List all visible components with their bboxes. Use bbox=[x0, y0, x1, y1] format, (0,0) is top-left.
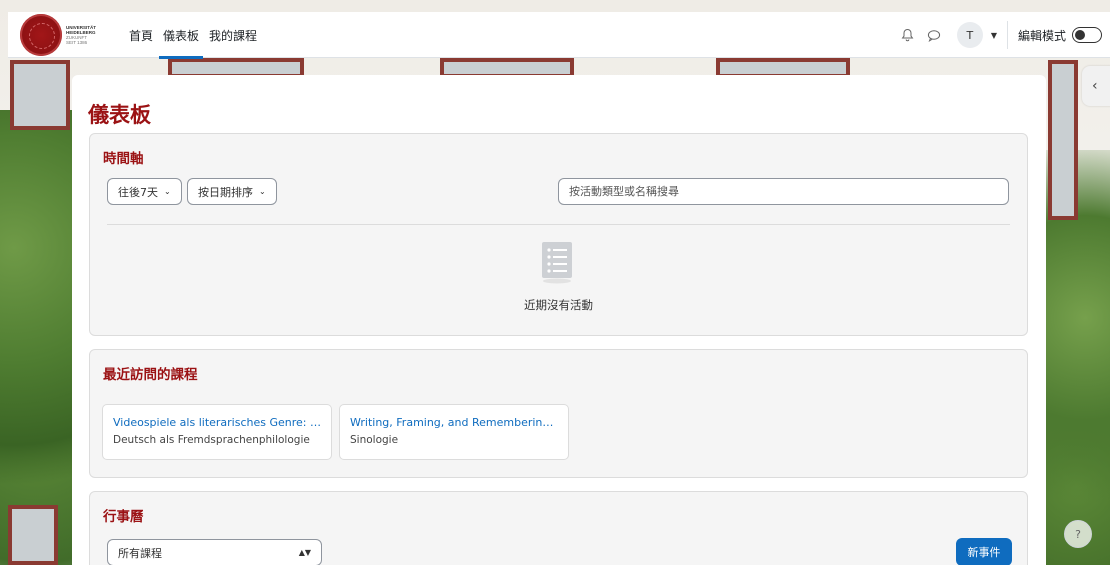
building-window bbox=[1048, 60, 1078, 220]
university-seal-logo[interactable] bbox=[20, 14, 62, 56]
open-drawer-button[interactable]: ‹ bbox=[1082, 66, 1110, 106]
nav-divider bbox=[1006, 21, 1008, 49]
course-category: Sinologie bbox=[350, 434, 399, 446]
help-button[interactable]: ? bbox=[1064, 520, 1092, 548]
new-event-button[interactable]: 新事件 bbox=[956, 538, 1012, 565]
edit-mode-toggle[interactable] bbox=[1072, 27, 1102, 43]
course-category: Deutsch als Fremdsprachenphilologie bbox=[113, 434, 310, 446]
chat-bubble-icon[interactable] bbox=[923, 24, 945, 46]
empty-list-icon bbox=[542, 242, 572, 284]
chevron-down-icon: ⌄ bbox=[164, 187, 171, 196]
university-wordmark[interactable]: UNIVERSITÄT HEIDELBERG ZUKUNFT SEIT 1386 bbox=[66, 25, 96, 45]
select-arrows-icon: ▲︎▼︎ bbox=[298, 548, 311, 557]
timeline-sort-dropdown[interactable]: 按日期排序 ⌄ bbox=[187, 178, 277, 205]
chevron-left-icon: ‹ bbox=[1092, 78, 1098, 94]
timeline-title: 時間軸 bbox=[103, 151, 144, 167]
building-window bbox=[8, 505, 58, 565]
primary-navigation: 首頁 儀表板 我的課程 bbox=[125, 12, 263, 59]
chevron-down-icon: ⌄ bbox=[259, 187, 266, 196]
timeline-range-dropdown[interactable]: 往後7天 ⌄ bbox=[107, 178, 182, 205]
building-window bbox=[10, 60, 70, 130]
nav-dashboard[interactable]: 儀表板 bbox=[159, 12, 204, 59]
timeline-divider bbox=[107, 224, 1010, 225]
timeline-empty-message: 近期沒有活動 bbox=[524, 298, 593, 312]
calendar-title: 行事曆 bbox=[103, 509, 144, 525]
course-card[interactable]: Videospiele als literarisches Genre: Mö.… bbox=[102, 404, 332, 460]
user-nav-area: T ▼ 編輯模式 bbox=[897, 12, 1110, 58]
course-title-link[interactable]: Writing, Framing, and Remembering Di... bbox=[350, 416, 558, 429]
user-avatar[interactable]: T bbox=[956, 22, 983, 48]
bell-icon[interactable] bbox=[897, 24, 919, 46]
timeline-search-input[interactable] bbox=[558, 178, 1009, 205]
recent-courses-block: 最近訪問的課程 Videospiele als literarisches Ge… bbox=[89, 349, 1028, 478]
recent-courses-title: 最近訪問的課程 bbox=[103, 367, 198, 383]
calendar-block: 行事曆 所有課程 ▲︎▼︎ 新事件 bbox=[89, 491, 1028, 565]
course-card[interactable]: Writing, Framing, and Remembering Di... … bbox=[339, 404, 569, 460]
chevron-down-icon[interactable]: ▼ bbox=[991, 31, 997, 40]
course-title-link[interactable]: Videospiele als literarisches Genre: Mö.… bbox=[113, 416, 321, 429]
page-title: 儀表板 bbox=[88, 103, 151, 127]
edit-mode-label: 編輯模式 bbox=[1017, 28, 1066, 43]
main-content: 儀表板 時間軸 往後7天 ⌄ 按日期排序 ⌄ 近期沒有活動 最近訪問的課程 Vi… bbox=[72, 75, 1046, 565]
calendar-course-select[interactable]: 所有課程 ▲︎▼︎ bbox=[107, 539, 322, 565]
nav-my-courses[interactable]: 我的課程 bbox=[205, 12, 261, 58]
top-navbar: UNIVERSITÄT HEIDELBERG ZUKUNFT SEIT 1386… bbox=[8, 12, 1110, 59]
nav-home[interactable]: 首頁 bbox=[125, 12, 157, 58]
timeline-block: 時間軸 往後7天 ⌄ 按日期排序 ⌄ 近期沒有活動 bbox=[89, 133, 1028, 336]
tree-left bbox=[0, 110, 80, 565]
